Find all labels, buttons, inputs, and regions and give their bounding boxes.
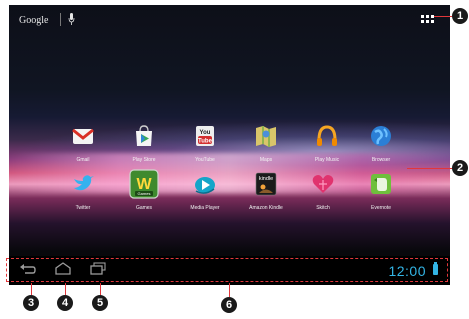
callout-leader (229, 283, 230, 297)
app-label: Browser (371, 157, 391, 163)
callout-1: 1 (452, 8, 468, 24)
callout-leader (100, 283, 101, 295)
app-label: Gmail (76, 157, 90, 163)
callout-6: 6 (221, 297, 237, 313)
app-twitter[interactable]: Twitter (53, 172, 113, 211)
all-apps-icon[interactable] (421, 15, 434, 23)
app-label: Skitch (316, 205, 330, 211)
svg-text:You: You (200, 130, 211, 136)
app-amazon-kindle[interactable]: kindle Amazon Kindle (236, 172, 296, 211)
evernote-icon (371, 174, 391, 194)
google-search-label[interactable]: Google (19, 15, 48, 26)
games-icon: W Games (129, 169, 159, 199)
app-label: Evernote (370, 205, 391, 211)
callout-5: 5 (92, 295, 108, 311)
search-divider (60, 13, 61, 26)
youtube-icon: You Tube (196, 126, 214, 146)
app-gmail[interactable]: Gmail (53, 124, 113, 163)
app-maps[interactable]: Maps (236, 124, 296, 163)
callout-leader (407, 168, 452, 169)
app-label: Maps (259, 157, 273, 163)
app-label: Amazon Kindle (249, 205, 283, 211)
callout-leader (434, 16, 452, 17)
app-label: YouTube (195, 157, 215, 163)
svg-text:Games: Games (138, 191, 151, 196)
app-label: Play Store (132, 157, 156, 163)
microphone-icon[interactable] (68, 13, 75, 25)
app-label: Media Player (190, 205, 220, 211)
app-label: Play Music (314, 157, 340, 163)
maps-icon (256, 126, 276, 147)
app-media-player[interactable]: Media Player (175, 172, 235, 211)
svg-text:Tube: Tube (198, 139, 213, 145)
app-label: Games (135, 205, 153, 211)
app-skitch[interactable]: Skitch (293, 172, 353, 211)
app-play-store[interactable]: Play Store (114, 124, 174, 163)
callout-2: 2 (452, 160, 468, 176)
gmail-icon (72, 128, 94, 144)
kindle-icon: kindle (255, 172, 277, 196)
app-youtube[interactable]: You Tube YouTube (175, 124, 235, 163)
app-play-music[interactable]: Play Music (297, 124, 357, 163)
app-games[interactable]: W Games Games (114, 169, 174, 211)
callout-leader (65, 283, 66, 295)
callout-4: 4 (57, 295, 73, 311)
headphones-icon (317, 125, 337, 146)
skitch-heart-icon (312, 175, 334, 193)
twitter-bird-icon (74, 175, 94, 191)
globe-icon (371, 126, 391, 146)
media-player-icon (195, 177, 215, 194)
play-store-icon (136, 125, 152, 146)
status-bar-highlight (6, 258, 448, 282)
app-label: Twitter (75, 205, 91, 211)
svg-text:kindle: kindle (259, 176, 273, 182)
app-evernote[interactable]: Evernote (351, 172, 411, 211)
app-browser[interactable]: Browser (351, 124, 411, 163)
callout-leader (31, 283, 32, 295)
tablet-home-screen: Google Gmail Play Store You Tube YouTube… (9, 5, 450, 285)
callout-3: 3 (23, 295, 39, 311)
